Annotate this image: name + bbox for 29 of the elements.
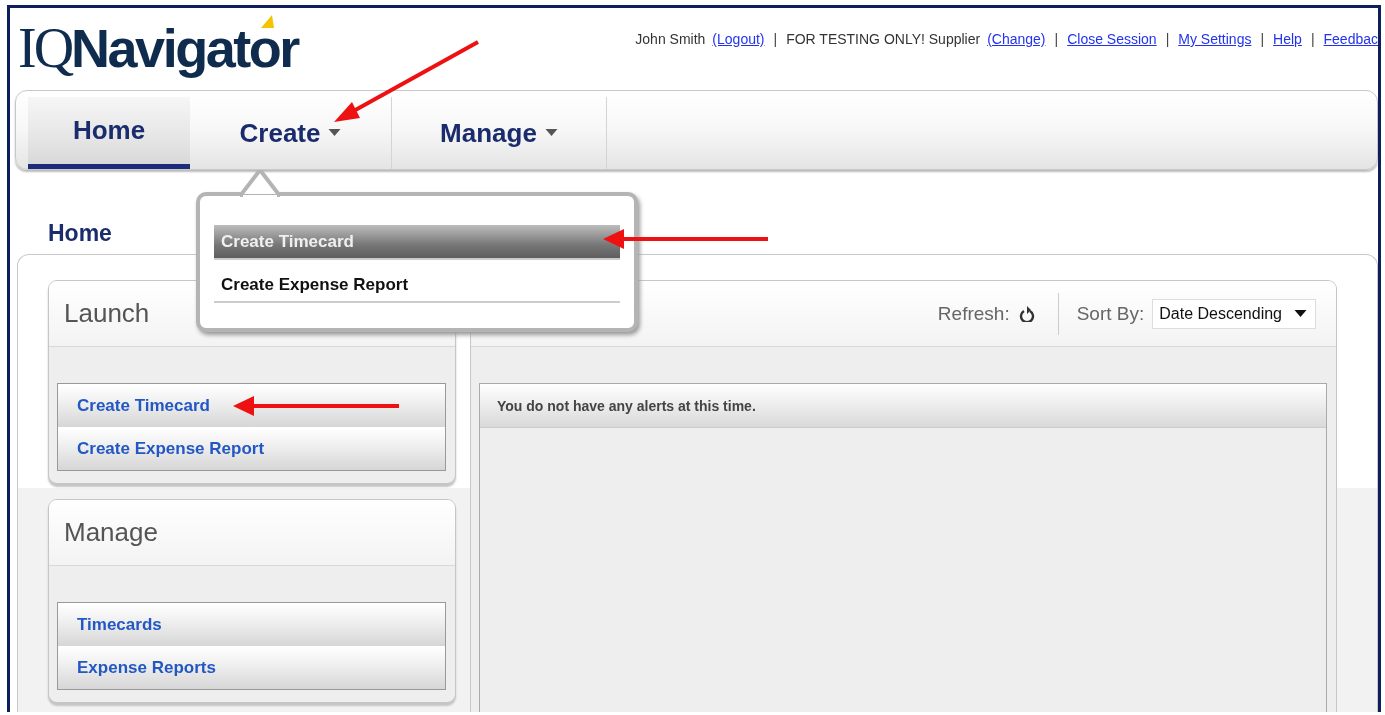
refresh-icon[interactable] bbox=[1017, 305, 1036, 322]
header-link[interactable]: (Change) bbox=[987, 31, 1046, 47]
header-link[interactable]: (Logout) bbox=[712, 31, 765, 47]
sort-label: Sort By: bbox=[1076, 302, 1145, 325]
empty-message: You do not have any alerts at this time. bbox=[480, 384, 1326, 428]
page-title: Home bbox=[48, 220, 112, 248]
launch-link[interactable]: Create Timecard bbox=[58, 384, 445, 427]
launch-link[interactable]: Timecards bbox=[58, 603, 445, 646]
header-text: John Smith bbox=[635, 31, 706, 47]
separator-text: | bbox=[1054, 31, 1059, 47]
separator-text: | bbox=[1165, 31, 1170, 47]
logo[interactable]: IQNavigator bbox=[18, 13, 298, 83]
header-link[interactable]: Help bbox=[1273, 31, 1302, 47]
separator-text: | bbox=[773, 31, 778, 47]
menu-item[interactable]: Create Expense Report bbox=[214, 268, 620, 303]
sort-dropdown[interactable]: Date Descending bbox=[1152, 298, 1316, 329]
caret-icon bbox=[1294, 309, 1307, 318]
refresh-label: Refresh: bbox=[937, 302, 1010, 325]
card-title: Manage bbox=[49, 500, 455, 566]
header-link[interactable]: My Settings bbox=[1178, 31, 1252, 47]
nav-tab[interactable]: Home bbox=[28, 97, 190, 169]
launch-link[interactable]: Expense Reports bbox=[58, 646, 445, 689]
header-link[interactable]: Feedbac bbox=[1323, 31, 1378, 47]
header-link[interactable]: Close Session bbox=[1067, 31, 1157, 47]
separator-text: | bbox=[1260, 31, 1265, 47]
separator-text: | bbox=[1310, 31, 1315, 47]
launch-link[interactable]: Create Expense Report bbox=[58, 427, 445, 470]
header-text: FOR TESTING ONLY! Supplier bbox=[786, 31, 981, 47]
nav-tab[interactable]: Manage bbox=[392, 97, 607, 169]
